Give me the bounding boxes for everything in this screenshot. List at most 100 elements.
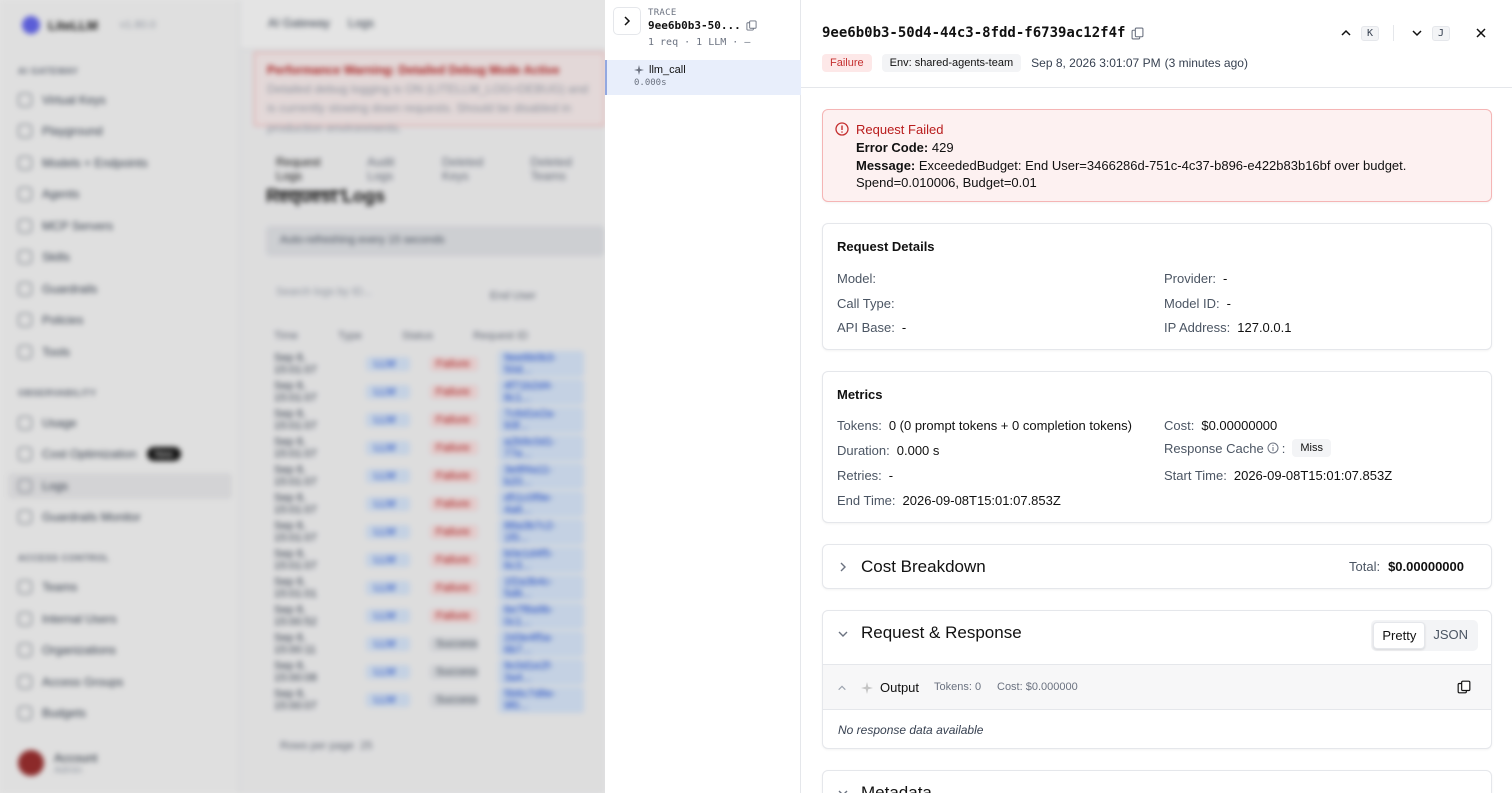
close-icon [1476,28,1486,38]
error-code: 429 [931,140,954,155]
field-label: Start Time: [1164,468,1227,483]
cost-total-value: $0.00000000 [1388,559,1464,574]
copy-icon[interactable] [746,20,757,31]
request-meta: Failure Env: shared-agents-team Sep 8, 2… [822,54,1248,72]
model-field: Model: [837,271,883,286]
error-title: Request Failed [856,122,944,137]
view-toggle: Pretty JSON [1371,620,1478,651]
field-label: Model ID: [1164,296,1220,311]
field-value: $0.00000000 [1201,418,1278,433]
output-cost: Cost: $0.000000 [997,681,1078,693]
alert-circle-icon [835,122,849,136]
cost-field: Cost: $0.00000000 [1164,418,1277,433]
next-log-button[interactable] [1408,24,1426,42]
cost-breakdown-title: Cost Breakdown [861,557,986,576]
next-shortcut-key: J [1431,25,1450,41]
metadata-section[interactable]: Metadata [822,770,1492,793]
field-label: IP Address: [1164,320,1231,335]
chevron-down-icon[interactable] [837,628,849,640]
error-code-row: Error Code: 429 [856,139,1476,156]
request-details-title: Request Details [837,239,935,254]
request-id: 9ee6b0b3-50d4-44c3-8fdd-f6739ac12f4f [822,25,1126,41]
prev-shortcut-key: K [1360,25,1379,41]
field-value: - [1226,296,1231,311]
sparkle-icon [634,65,644,75]
empty-response-text: No response data available [838,723,984,737]
span-name-row: llm_call [634,64,801,76]
tokens-field: Tokens: 0 (0 prompt tokens + 0 completion… [837,418,1132,433]
error-message-row: Message: ExceededBudget: End User=346628… [856,157,1476,191]
trace-id: 9ee6b0b3-50... [648,19,741,32]
sparkle-icon [861,682,873,694]
duration-field: Duration: 0.000 s [837,443,939,458]
expand-trace-button[interactable] [613,7,641,35]
response-cache-field: Response Cache : Miss [1164,439,1331,457]
field-label: API Base: [837,320,895,335]
request-response-title: Request & Response [861,623,1022,642]
field-value: 0.000 s [896,443,940,458]
cost-breakdown-section[interactable]: Cost Breakdown Total: $0.00000000 [822,544,1492,589]
request-id-row: 9ee6b0b3-50d4-44c3-8fdd-f6739ac12f4f [822,25,1144,41]
field-value: 2026-09-08T15:01:07.853Z [902,493,1061,508]
field-label: Provider: [1164,271,1217,286]
info-icon[interactable] [1267,442,1279,454]
field-value: 2026-09-08T15:01:07.853Z [1233,468,1393,483]
retries-field: Retries: - [837,468,893,483]
env-badge: Env: shared-agents-team [881,54,1022,72]
cost-total-label: Total: [1349,559,1381,574]
field-value: - [1223,271,1228,286]
span-duration: 0.000s [634,78,667,88]
metrics-title: Metrics [837,387,883,402]
cost-total: Total: $0.00000000 [1349,559,1464,574]
field-label: Cost: [1164,418,1195,433]
error-message-label: Message: [856,158,916,173]
span-name: llm_call [649,64,686,76]
chevron-down-icon [1412,30,1422,37]
close-button[interactable] [1472,24,1490,42]
relative-time: (3 minutes ago) [1164,56,1248,70]
trace-id-row: 9ee6b0b3-50... [648,19,757,32]
chevron-up-icon [838,685,846,691]
field-value: 0 (0 prompt tokens + 0 completion tokens… [888,418,1132,433]
pretty-view-button[interactable]: Pretty [1373,622,1426,649]
field-label: Tokens: [837,418,882,433]
request-timestamp: Sep 8, 2026 3:01:07 PM [1031,56,1161,70]
call-type-field: Call Type: [837,296,902,311]
field-label: End Time: [837,493,896,508]
colon: : [1281,440,1286,456]
output-title: Output [880,680,920,695]
provider-field: Provider: - [1164,271,1227,286]
metrics-card: Metrics Tokens: 0 (0 prompt tokens + 0 co… [822,371,1492,523]
field-label: Response Cache [1164,440,1264,456]
error-card: Request Failed Error Code: 429 Message: … [822,109,1492,202]
output-tokens: Tokens: 0 [934,681,982,693]
chevron-right-icon [624,16,631,26]
cache-status-badge: Miss [1292,439,1331,457]
chevron-right-icon [840,562,846,572]
trace-label: TRACE [648,8,677,18]
trace-span-llm-call[interactable]: llm_call 0.000s [605,60,801,95]
previous-log-button[interactable] [1337,24,1355,42]
chevron-down-icon [838,790,848,793]
start-time-field: Start Time: 2026-09-08T15:01:07.853Z [1164,468,1392,483]
divider [1392,25,1394,41]
api-base-field: API Base: - [837,320,906,335]
field-label: Duration: [837,443,890,458]
output-header[interactable]: Output Tokens: 0 Cost: $0.000000 [823,664,1491,710]
field-label: Retries: [837,468,882,483]
modal-backdrop[interactable] [0,0,605,793]
json-view-button[interactable]: JSON [1425,622,1476,649]
log-detail-panel: 9ee6b0b3-50d4-44c3-8fdd-f6739ac12f4f Fai… [801,0,1512,793]
ip-address-field: IP Address: 127.0.0.1 [1164,320,1291,335]
field-label: Model: [837,271,877,286]
chevron-up-icon [1341,29,1351,36]
field-value: - [901,320,907,335]
request-response-section: Request & Response Pretty JSON Output To… [822,610,1492,749]
trace-panel: TRACE 9ee6b0b3-50... 1 req · 1 LLM · – l… [605,0,801,793]
copy-icon[interactable] [1457,680,1471,694]
metadata-title: Metadata [861,783,932,793]
field-label: Call Type: [837,296,895,311]
copy-icon[interactable] [1131,27,1144,40]
field-value: 127.0.0.1 [1237,320,1292,335]
status-badge: Failure [822,54,872,72]
